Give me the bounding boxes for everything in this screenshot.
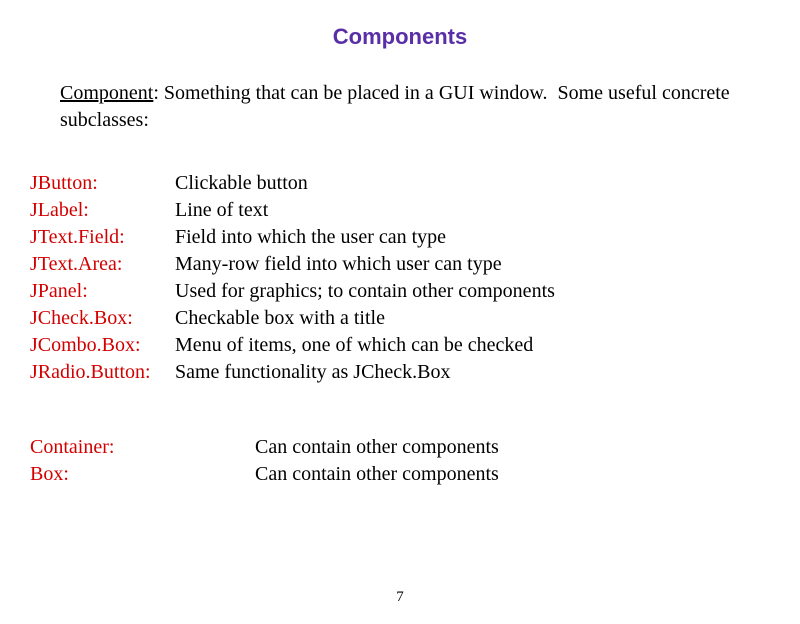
component-name: JCheck.Box: (30, 305, 175, 332)
intro-term: Component (60, 82, 153, 104)
intro-paragraph: Component: Something that can be placed … (60, 80, 740, 134)
list-item: JPanel: Used for graphics; to contain ot… (30, 278, 800, 305)
component-name: JText.Field: (30, 224, 175, 251)
list-item: JText.Field: Field into which the user c… (30, 224, 800, 251)
page-number: 7 (0, 589, 800, 606)
container-desc: Can contain other components (255, 461, 499, 488)
list-item: Box: Can contain other components (30, 461, 800, 488)
component-name: JText.Area: (30, 251, 175, 278)
component-name: JCombo.Box: (30, 332, 175, 359)
container-name: Box: (30, 461, 255, 488)
list-item: JCombo.Box: Menu of items, one of which … (30, 332, 800, 359)
component-list: JButton: Clickable button JLabel: Line o… (30, 170, 800, 386)
component-desc: Many-row field into which user can type (175, 251, 502, 278)
container-desc: Can contain other components (255, 434, 499, 461)
component-desc: Field into which the user can type (175, 224, 446, 251)
component-desc: Checkable box with a title (175, 305, 385, 332)
component-desc: Line of text (175, 197, 268, 224)
component-desc: Same functionality as JCheck.Box (175, 359, 451, 386)
component-desc: Menu of items, one of which can be check… (175, 332, 533, 359)
component-desc: Clickable button (175, 170, 308, 197)
component-name: JPanel: (30, 278, 175, 305)
slide-title: Components (0, 24, 800, 50)
list-item: JButton: Clickable button (30, 170, 800, 197)
intro-definition: : Something that can be placed in a GUI … (60, 82, 730, 131)
component-name: JLabel: (30, 197, 175, 224)
list-item: JRadio.Button: Same functionality as JCh… (30, 359, 800, 386)
component-name: JButton: (30, 170, 175, 197)
list-item: JText.Area: Many-row field into which us… (30, 251, 800, 278)
list-item: Container: Can contain other components (30, 434, 800, 461)
container-list: Container: Can contain other components … (30, 434, 800, 488)
component-name: JRadio.Button: (30, 359, 175, 386)
component-desc: Used for graphics; to contain other comp… (175, 278, 555, 305)
list-item: JCheck.Box: Checkable box with a title (30, 305, 800, 332)
list-item: JLabel: Line of text (30, 197, 800, 224)
container-name: Container: (30, 434, 255, 461)
